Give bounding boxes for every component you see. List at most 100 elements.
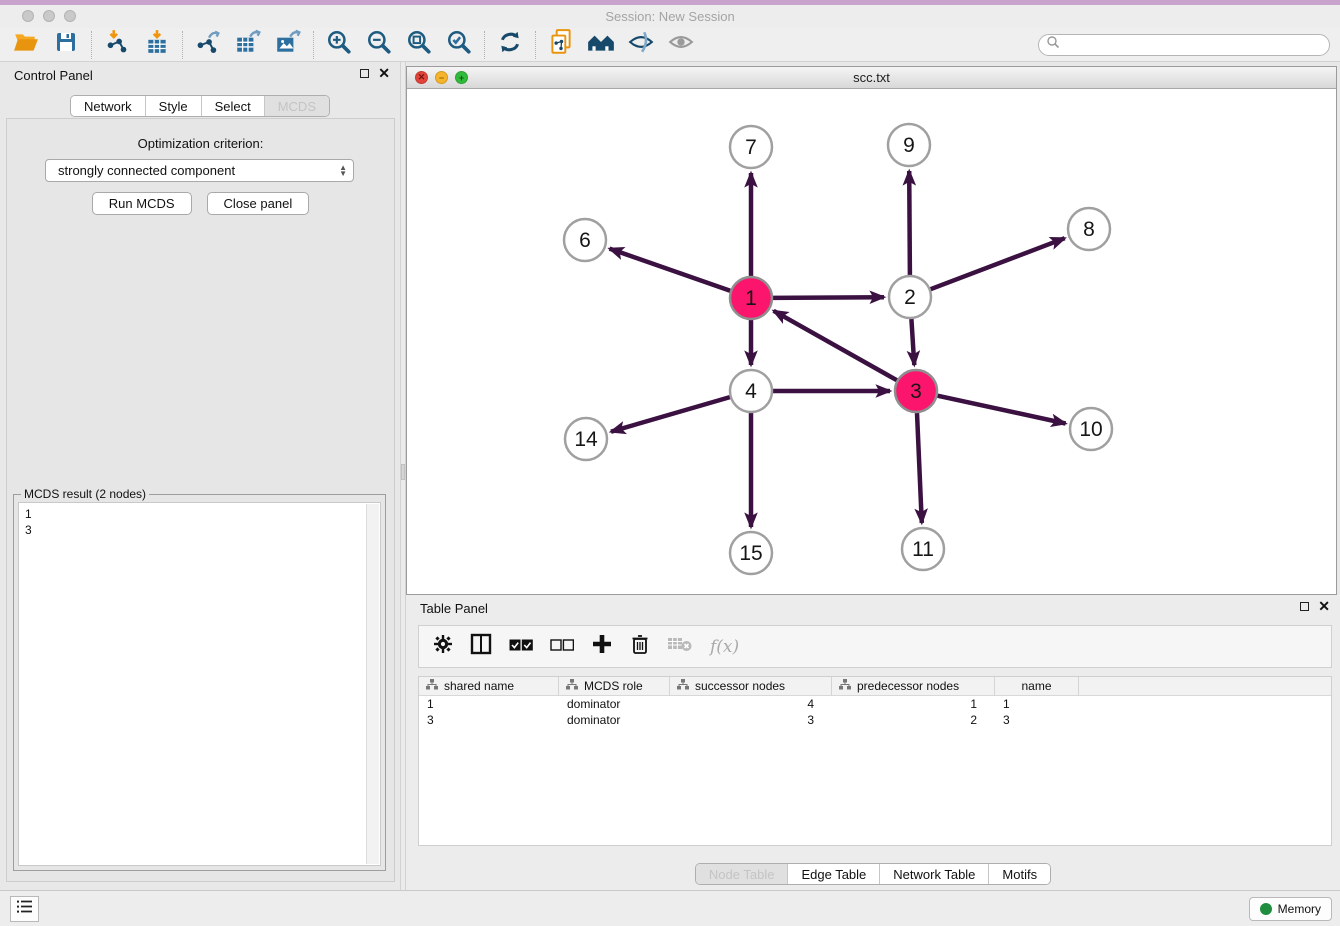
mcds-result-list[interactable]: 13 [18,502,381,866]
tab-node-table[interactable]: Node Table [696,864,789,884]
export-network-button[interactable] [188,30,228,60]
zoom-selected-button[interactable] [439,30,479,60]
table-row[interactable]: 1dominator411 [419,696,1331,712]
zoom-fit-button[interactable] [399,30,439,60]
graph-node-7[interactable]: 7 [730,126,772,168]
run-mcds-button[interactable]: Run MCDS [92,192,192,215]
select-all-columns-button[interactable] [509,638,533,656]
graph-edge-2-8[interactable] [931,238,1065,289]
graph-edge-2-3[interactable] [911,319,914,365]
graph-node-9[interactable]: 9 [888,124,930,166]
search-field[interactable] [1038,34,1330,56]
graph-edge-3-1[interactable] [774,311,897,380]
column-tree-icon [566,679,578,693]
control-panel-header: Control Panel ✕ [0,62,400,88]
graph-edge-1-2[interactable] [773,297,884,298]
unchecked-boxes-icon [550,638,574,656]
import-table-button[interactable] [137,30,177,60]
save-session-button[interactable] [46,30,86,60]
clone-network-button[interactable] [541,30,581,60]
criterion-select[interactable]: strongly connected component ▲▼ [45,159,354,182]
table-cell[interactable]: 1 [832,696,995,712]
graph-node-2[interactable]: 2 [889,276,931,318]
minimize-window-button[interactable] [43,10,55,22]
window-traffic-lights[interactable] [22,10,76,22]
graph-edge-3-11[interactable] [917,413,922,523]
graph-node-15[interactable]: 15 [730,532,772,574]
close-window-button[interactable] [22,10,34,22]
table-cell[interactable]: 1 [995,696,1079,712]
export-image-button[interactable] [268,30,308,60]
graph-node-1[interactable]: 1 [730,277,772,319]
delete-table-button[interactable] [667,636,693,657]
table-row[interactable]: 3dominator323 [419,712,1331,728]
node-table[interactable]: shared nameMCDS rolesuccessor nodesprede… [418,676,1332,846]
titlebar[interactable]: Session: New Session [0,5,1340,28]
close-panel-icon[interactable]: ✕ [1318,600,1330,612]
graph-node-3[interactable]: 3 [895,370,937,412]
column-header-successor-nodes[interactable]: successor nodes [670,677,832,695]
graph-edge-4-14[interactable] [611,397,730,432]
column-header-shared-name[interactable]: shared name [419,677,559,695]
close-panel-button[interactable]: Close panel [207,192,310,215]
network-window-titlebar[interactable]: ✕ − + scc.txt [407,67,1336,89]
graph-edge-1-6[interactable] [610,249,731,291]
network-maximize-button[interactable]: + [455,71,468,84]
function-builder-button[interactable]: f(x) [710,637,739,657]
tab-style[interactable]: Style [146,96,202,116]
hide-panels-button[interactable] [621,30,661,60]
column-header-MCDS-role[interactable]: MCDS role [559,677,670,695]
task-history-button[interactable] [10,896,39,922]
tab-edge-table[interactable]: Edge Table [788,864,880,884]
tab-network-table[interactable]: Network Table [880,864,989,884]
result-scrollbar[interactable] [366,504,379,864]
table-settings-button[interactable] [433,634,453,659]
tab-mcds[interactable]: MCDS [265,96,329,116]
zoom-in-button[interactable] [319,30,359,60]
network-close-button[interactable]: ✕ [415,71,428,84]
float-panel-icon[interactable] [360,69,369,78]
memory-button[interactable]: Memory [1249,897,1332,921]
import-network-button[interactable] [97,30,137,60]
zoom-out-button[interactable] [359,30,399,60]
apply-layout-button[interactable] [490,30,530,60]
close-panel-icon[interactable]: ✕ [378,67,390,79]
tab-motifs[interactable]: Motifs [989,864,1050,884]
table-cell[interactable]: 4 [670,696,832,712]
tab-select[interactable]: Select [202,96,265,116]
create-column-button[interactable] [591,633,613,660]
splitter-grip[interactable] [401,464,405,480]
unselect-all-columns-button[interactable] [550,638,574,656]
graph-node-6[interactable]: 6 [564,219,606,261]
home-networks-button[interactable] [581,30,621,60]
graph-node-10[interactable]: 10 [1070,408,1112,450]
show-columns-button[interactable] [470,633,492,660]
criterion-value: strongly connected component [58,163,235,178]
maximize-window-button[interactable] [64,10,76,22]
graph-node-8[interactable]: 8 [1068,208,1110,250]
table-cell[interactable]: 3 [419,712,559,728]
graph-node-11[interactable]: 11 [902,528,944,570]
column-header-predecessor-nodes[interactable]: predecessor nodes [832,677,995,695]
table-cell[interactable]: 1 [419,696,559,712]
table-cell[interactable]: dominator [559,712,670,728]
column-header-name[interactable]: name [995,677,1079,695]
network-canvas[interactable]: 1 2 3 4 6 7 8 9 10 11 14 15 [407,89,1336,594]
search-input[interactable] [1060,38,1322,52]
tab-network[interactable]: Network [71,96,146,116]
graph-node-14[interactable]: 14 [565,418,607,460]
show-panels-button[interactable] [661,30,701,60]
graph-node-4[interactable]: 4 [730,370,772,412]
graph-edge-2-9[interactable] [909,171,910,275]
network-minimize-button[interactable]: − [435,71,448,84]
table-cell[interactable]: dominator [559,696,670,712]
graph-edge-3-10[interactable] [938,396,1066,424]
table-cell[interactable]: 2 [832,712,995,728]
float-panel-icon[interactable] [1300,602,1309,611]
export-table-button[interactable] [228,30,268,60]
delete-columns-button[interactable] [630,633,650,660]
table-cell[interactable]: 3 [995,712,1079,728]
table-cell[interactable]: 3 [670,712,832,728]
main-area: Control Panel ✕ NetworkStyleSelectMCDS O… [0,62,1340,890]
open-session-button[interactable] [6,30,46,60]
